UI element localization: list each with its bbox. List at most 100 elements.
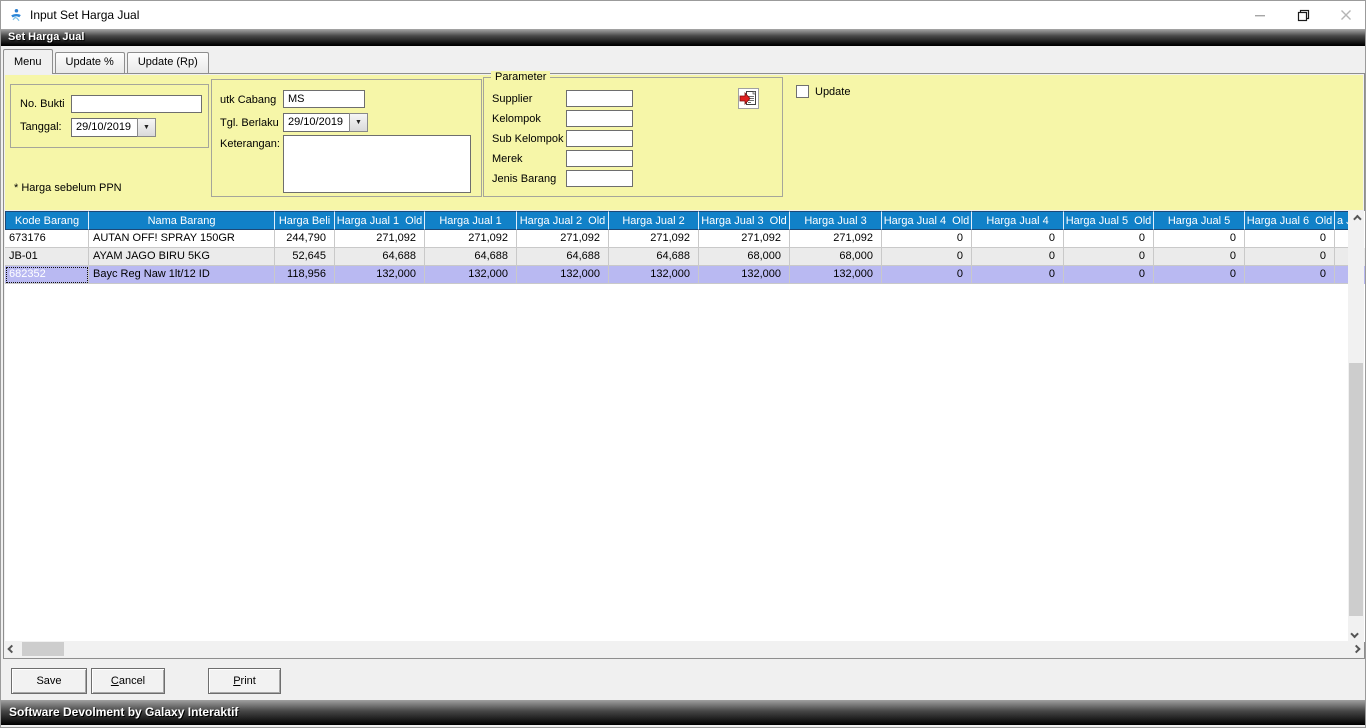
no-bukti-input[interactable]	[71, 95, 202, 113]
grid-cell[interactable]: 132,000	[699, 266, 790, 284]
minimize-icon[interactable]	[1253, 8, 1267, 22]
scroll-down-icon[interactable]	[1348, 626, 1364, 642]
grid-col-header[interactable]: Harga Jual 5 Old	[1064, 211, 1154, 230]
sub-kelompok-input[interactable]	[566, 130, 633, 147]
grid-cell[interactable]: 0	[1154, 266, 1245, 284]
grid-cell[interactable]: 271,092	[790, 230, 882, 248]
grid-cell[interactable]: 0	[972, 230, 1064, 248]
grid-cell[interactable]: 64,688	[335, 248, 425, 266]
horizontal-scrollbar[interactable]	[5, 641, 1363, 657]
kelompok-input[interactable]	[566, 110, 633, 127]
grid-cell[interactable]: 0	[972, 266, 1064, 284]
update-checkbox[interactable]	[796, 85, 809, 98]
grid-cell[interactable]: 118,956	[275, 266, 335, 284]
grid-cell[interactable]: 0	[1064, 230, 1154, 248]
grid-cell[interactable]: 682352	[5, 266, 89, 284]
grid-cell[interactable]: 64,688	[609, 248, 699, 266]
tgl-berlaku-label: Tgl. Berlaku	[220, 117, 279, 129]
grid-cell[interactable]: AYAM JAGO BIRU 5KG	[89, 248, 275, 266]
grid-cell[interactable]: 244,790	[275, 230, 335, 248]
tgl-berlaku-dropdown-icon[interactable]: ▼	[349, 113, 368, 132]
tab-update[interactable]: Update %	[55, 52, 125, 73]
cancel-button[interactable]: Cancel	[91, 668, 165, 694]
grid-col-header[interactable]: Harga Jual 3 Old	[699, 211, 790, 230]
grid-col-header[interactable]: Harga Jual 4 Old	[882, 211, 972, 230]
grid-cell[interactable]: 0	[882, 230, 972, 248]
grid-cell[interactable]: 132,000	[790, 266, 882, 284]
horizontal-scroll-thumb[interactable]	[22, 642, 64, 656]
scroll-right-icon[interactable]	[1347, 641, 1363, 657]
close-icon[interactable]	[1339, 8, 1353, 22]
grid-cell[interactable]: 0	[1154, 230, 1245, 248]
grid-cell[interactable]: 0	[972, 248, 1064, 266]
vertical-scrollbar[interactable]	[1348, 211, 1364, 642]
grid-cell[interactable]: 0	[1245, 230, 1335, 248]
grid-cell[interactable]: 52,645	[275, 248, 335, 266]
grid-col-header[interactable]: Kode Barang	[5, 211, 89, 230]
tanggal-dropdown-icon[interactable]: ▼	[137, 118, 156, 137]
tab-update-rp[interactable]: Update (Rp)	[127, 52, 209, 73]
print-button[interactable]: Print	[208, 668, 281, 694]
grid-col-header[interactable]: Harga Jual 5	[1154, 211, 1245, 230]
grid-cell[interactable]: 0	[1064, 248, 1154, 266]
grid-col-header-partial[interactable]: a J	[1335, 211, 1349, 230]
grid-cell-partial[interactable]	[1335, 266, 1349, 284]
grid-cell[interactable]: 132,000	[335, 266, 425, 284]
save-button[interactable]: Save	[11, 668, 87, 694]
grid-cell[interactable]: 0	[1064, 266, 1154, 284]
grid-cell[interactable]: 271,092	[517, 230, 609, 248]
grid-cell[interactable]: 132,000	[609, 266, 699, 284]
grid-cell[interactable]: 271,092	[609, 230, 699, 248]
grid-cell[interactable]: 132,000	[425, 266, 517, 284]
import-grid-icon[interactable]	[738, 88, 759, 109]
scroll-up-icon[interactable]	[1348, 211, 1364, 227]
tanggal-combobox[interactable]: 29/10/2019 ▼	[71, 118, 156, 137]
grid-col-header[interactable]: Harga Jual 4	[972, 211, 1064, 230]
grid-row[interactable]: 682352Bayc Reg Naw 1lt/12 ID118,956132,0…	[5, 266, 1365, 284]
grid-cell[interactable]: 132,000	[517, 266, 609, 284]
update-checkbox-label: Update	[815, 86, 850, 98]
grid-col-header[interactable]: Harga Jual 1	[425, 211, 517, 230]
supplier-input[interactable]	[566, 90, 633, 107]
grid-cell[interactable]: 271,092	[335, 230, 425, 248]
grid-cell[interactable]: 64,688	[425, 248, 517, 266]
parameter-fields: SupplierKelompokSub KelompokMerekJenis B…	[492, 90, 712, 190]
grid-cell[interactable]: Bayc Reg Naw 1lt/12 ID	[89, 266, 275, 284]
grid-cell[interactable]: 271,092	[425, 230, 517, 248]
grid-col-header[interactable]: Harga Jual 2 Old	[517, 211, 609, 230]
tab-menu[interactable]: Menu	[3, 49, 53, 74]
restore-icon[interactable]	[1296, 8, 1310, 22]
vertical-scroll-thumb[interactable]	[1349, 363, 1363, 616]
supplier-label: Supplier	[492, 93, 532, 105]
merek-input[interactable]	[566, 150, 633, 167]
grid-cell[interactable]: 673176	[5, 230, 89, 248]
grid-cell[interactable]: 0	[882, 266, 972, 284]
grid-col-header[interactable]: Harga Jual 1 Old	[335, 211, 425, 230]
grid-cell[interactable]: JB-01	[5, 248, 89, 266]
jenis-barang-input[interactable]	[566, 170, 633, 187]
scroll-left-icon[interactable]	[5, 641, 21, 657]
grid-cell[interactable]: 68,000	[699, 248, 790, 266]
grid-col-header[interactable]: Harga Jual 6 Old	[1245, 211, 1335, 230]
grid-row[interactable]: 673176AUTAN OFF! SPRAY 150GR244,790271,0…	[5, 230, 1365, 248]
grid-row[interactable]: JB-01AYAM JAGO BIRU 5KG52,64564,68864,68…	[5, 248, 1365, 266]
grid-cell[interactable]: 68,000	[790, 248, 882, 266]
grid-cell[interactable]: 271,092	[699, 230, 790, 248]
grid-cell[interactable]: 64,688	[517, 248, 609, 266]
utk-cabang-input[interactable]	[283, 90, 365, 108]
grid-col-header[interactable]: Harga Beli	[275, 211, 335, 230]
grid-cell-partial[interactable]	[1335, 248, 1349, 266]
grid-cell[interactable]: 0	[882, 248, 972, 266]
grid-col-header[interactable]: Harga Jual 3	[790, 211, 882, 230]
keterangan-textarea[interactable]	[283, 135, 471, 193]
grid-cell[interactable]: 0	[1245, 266, 1335, 284]
tgl-berlaku-combobox[interactable]: 29/10/2019 ▼	[283, 113, 368, 132]
grid-cell-partial[interactable]	[1335, 230, 1349, 248]
grid-cell[interactable]: 0	[1245, 248, 1335, 266]
grid-col-header[interactable]: Harga Jual 2	[609, 211, 699, 230]
grid-cell[interactable]: 0	[1154, 248, 1245, 266]
grid-cell[interactable]: AUTAN OFF! SPRAY 150GR	[89, 230, 275, 248]
tab-page-menu: No. Bukti Tanggal: 29/10/2019 ▼ * Harga …	[3, 73, 1365, 659]
grid-col-header[interactable]: Nama Barang	[89, 211, 275, 230]
merek-label: Merek	[492, 153, 523, 165]
